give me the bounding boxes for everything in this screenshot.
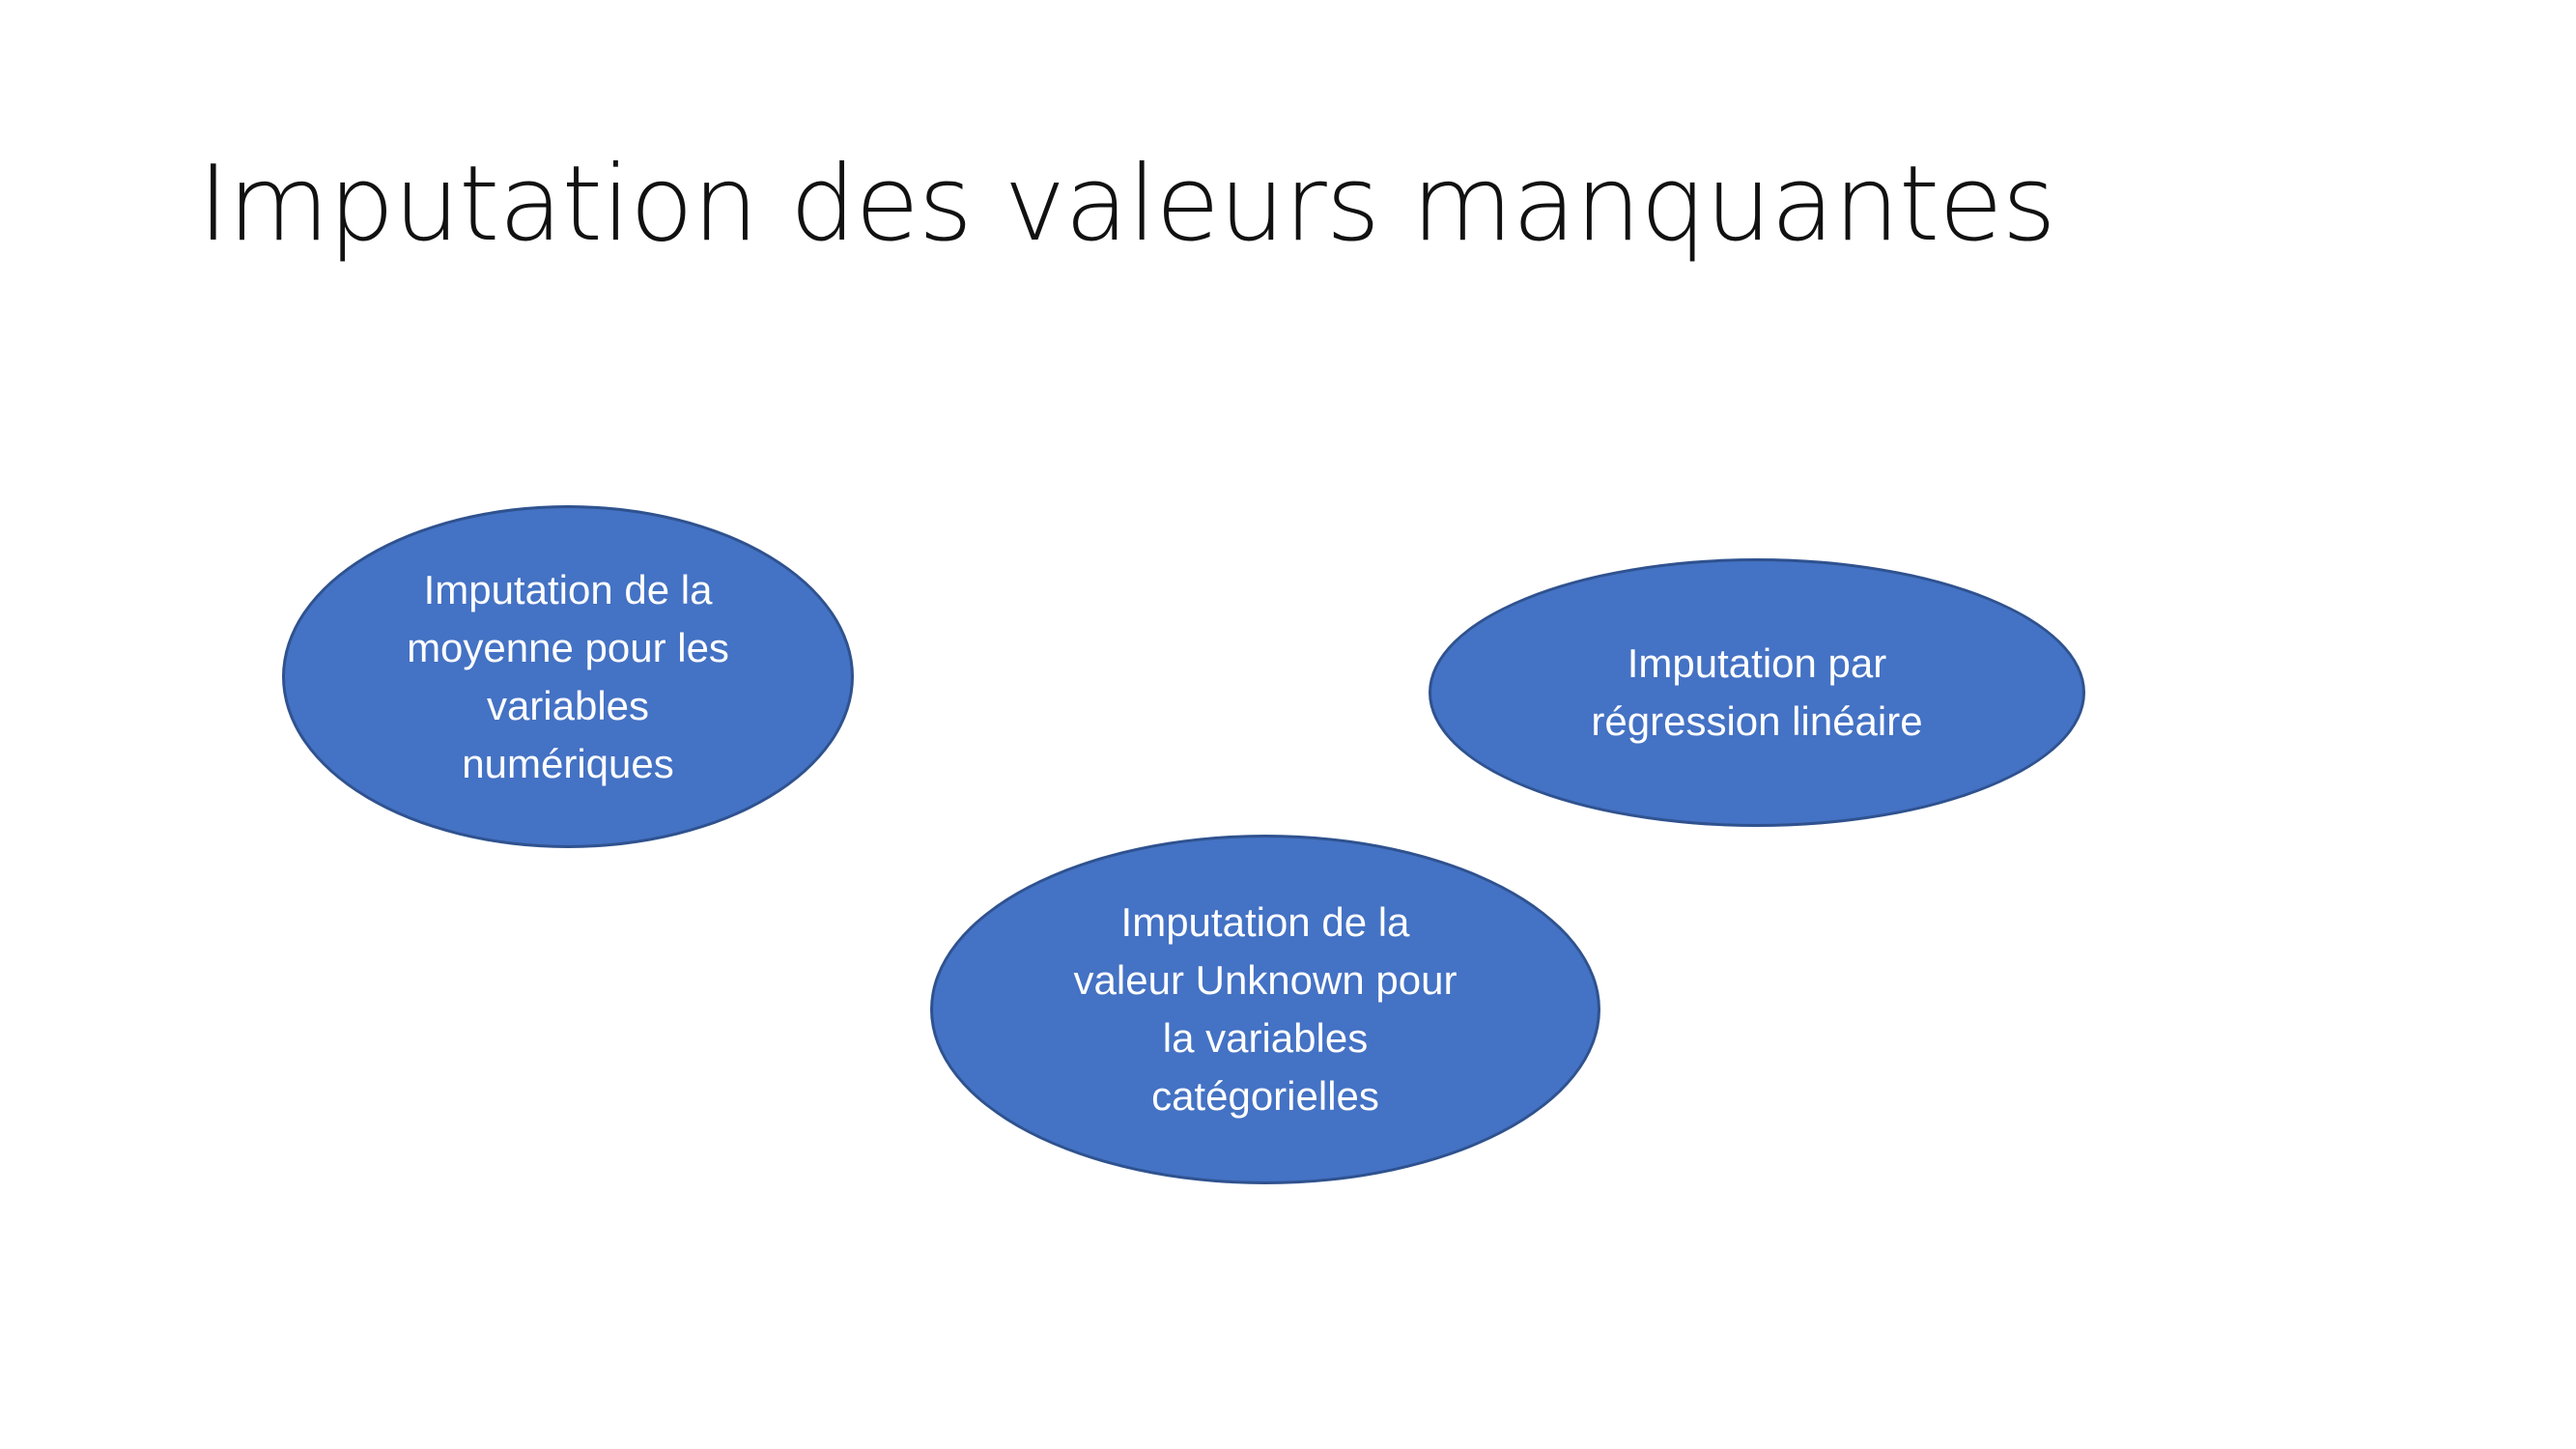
ellipse-label-line: la variables bbox=[1162, 1015, 1369, 1061]
ellipse-label: Imputation de la valeur Unknown pour la … bbox=[1074, 894, 1458, 1125]
ellipse-label-line: moyenne pour les bbox=[407, 624, 729, 670]
slide: Imputation des valeurs manquantes Imputa… bbox=[0, 0, 2576, 1449]
ellipse-label-line: régression linéaire bbox=[1591, 698, 1923, 744]
ellipse-mean-imputation: Imputation de la moyenne pour les variab… bbox=[282, 505, 854, 848]
ellipse-label-line: Imputation de la bbox=[1120, 899, 1410, 945]
ellipse-label-line: Imputation de la bbox=[423, 566, 713, 612]
ellipse-unknown-imputation: Imputation de la valeur Unknown pour la … bbox=[930, 835, 1600, 1184]
ellipse-label: Imputation par régression linéaire bbox=[1591, 635, 1922, 751]
ellipse-label-line: numériques bbox=[462, 740, 674, 786]
ellipse-label-line: variables bbox=[486, 682, 650, 728]
ellipse-regression-imputation: Imputation par régression linéaire bbox=[1429, 558, 2085, 827]
ellipse-label-line: Imputation par bbox=[1627, 640, 1887, 686]
slide-title: Imputation des valeurs manquantes bbox=[198, 144, 2056, 265]
ellipse-label-line: valeur Unknown pour bbox=[1073, 957, 1458, 1003]
ellipse-label: Imputation de la moyenne pour les variab… bbox=[407, 561, 729, 793]
ellipse-label-line: catégorielles bbox=[1151, 1073, 1379, 1119]
